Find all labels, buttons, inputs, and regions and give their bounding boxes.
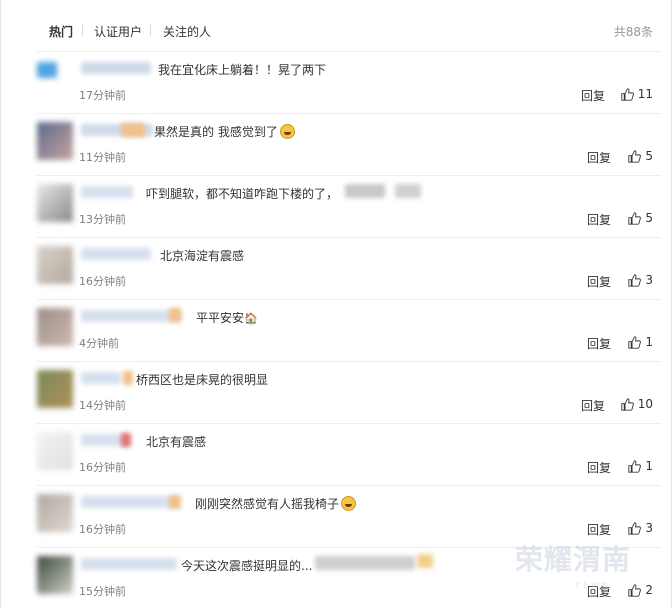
comment-text: 今天这次震感挺明显的... bbox=[181, 559, 313, 573]
blurred-text bbox=[315, 556, 415, 570]
reply-button[interactable]: 回复 bbox=[581, 397, 605, 414]
house-emoji-icon: 🏠 bbox=[244, 312, 258, 325]
username[interactable] bbox=[81, 310, 181, 322]
comment-item: 吓到腿软，都不知道咋跑下楼的了， 13分钟前 回复 5 bbox=[37, 176, 661, 238]
comment-time: 15分钟前 bbox=[79, 585, 126, 598]
thumbs-up-icon bbox=[628, 273, 642, 287]
like-button[interactable]: 3 bbox=[628, 273, 653, 287]
comment-text: 刚刚突然感觉有人摇我椅子 bbox=[195, 495, 357, 512]
reply-button[interactable]: 回复 bbox=[587, 459, 611, 476]
comment-time: 13分钟前 bbox=[79, 213, 126, 226]
comment-text: 果然是真的 我感觉到了 bbox=[154, 123, 295, 140]
comment-item: 北京有震感 16分钟前 回复 1 bbox=[37, 424, 661, 486]
user-badge bbox=[121, 123, 145, 137]
like-button[interactable]: 11 bbox=[621, 87, 653, 101]
laugh-cry-emoji-icon bbox=[341, 496, 357, 511]
user-badge bbox=[121, 433, 131, 447]
like-count: 3 bbox=[645, 521, 653, 535]
thumbs-up-icon bbox=[628, 583, 642, 597]
username[interactable] bbox=[81, 186, 133, 198]
thumbs-up-icon bbox=[621, 397, 634, 411]
comment-text: 我在宜化床上躺着！！晃了两下 bbox=[158, 63, 327, 77]
blurred-text bbox=[395, 184, 421, 198]
watermark-logo: 荣耀渭南 bbox=[514, 543, 631, 576]
blurred-emoji bbox=[417, 554, 433, 568]
user-badge bbox=[169, 495, 181, 509]
reply-button[interactable]: 回复 bbox=[587, 273, 611, 290]
username[interactable] bbox=[81, 62, 151, 74]
watermark-subtext: YEWN bbox=[575, 581, 611, 590]
like-button[interactable]: 1 bbox=[628, 335, 653, 349]
avatar[interactable] bbox=[37, 122, 73, 160]
comment-panel: 热门 认证用户 关注的人 共88条 我在宜化床上躺着！！晃了两下 17分钟前 回… bbox=[0, 0, 672, 608]
comment-item: 桥西区也是床晃的很明显 14分钟前 回复 10 bbox=[37, 362, 661, 424]
thumbs-up-icon bbox=[628, 459, 642, 473]
blurred-text bbox=[345, 184, 385, 198]
avatar[interactable] bbox=[37, 432, 73, 470]
user-badge bbox=[123, 371, 133, 385]
like-button[interactable]: 5 bbox=[628, 149, 653, 163]
comment-time: 16分钟前 bbox=[79, 275, 126, 288]
comment-time: 17分钟前 bbox=[79, 89, 126, 102]
comment-item: 北京海淀有震感 16分钟前 回复 3 bbox=[37, 238, 661, 300]
laugh-cry-emoji-icon bbox=[279, 124, 295, 139]
comment-tabs: 热门 认证用户 关注的人 共88条 bbox=[37, 8, 661, 52]
like-button[interactable]: 2 bbox=[628, 583, 653, 597]
like-button[interactable]: 5 bbox=[628, 211, 653, 225]
avatar[interactable] bbox=[37, 370, 73, 408]
comment-item: 我在宜化床上躺着！！晃了两下 17分钟前 回复 11 bbox=[37, 52, 661, 114]
tab-divider bbox=[150, 24, 151, 36]
thumbs-up-icon bbox=[628, 211, 642, 225]
comment-text: 桥西区也是床晃的很明显 bbox=[136, 373, 269, 387]
avatar[interactable] bbox=[37, 246, 73, 284]
tab-hot[interactable]: 热门 bbox=[49, 23, 73, 40]
like-count: 11 bbox=[637, 87, 653, 101]
username[interactable] bbox=[81, 248, 151, 260]
like-count: 3 bbox=[645, 273, 653, 287]
thumbs-up-icon bbox=[628, 521, 642, 535]
username[interactable] bbox=[81, 372, 121, 384]
like-button[interactable]: 10 bbox=[621, 397, 653, 411]
comment-item: 果然是真的 我感觉到了 11分钟前 回复 5 bbox=[37, 114, 661, 176]
tab-divider bbox=[82, 24, 83, 36]
like-count: 5 bbox=[645, 149, 653, 163]
reply-button[interactable]: 回复 bbox=[587, 211, 611, 228]
comment-time: 11分钟前 bbox=[79, 151, 126, 164]
tab-verified-users[interactable]: 认证用户 bbox=[94, 23, 142, 40]
avatar[interactable] bbox=[37, 62, 57, 78]
like-count: 1 bbox=[645, 459, 653, 473]
reply-button[interactable]: 回复 bbox=[581, 87, 605, 104]
comment-item: 平平安安🏠 4分钟前 回复 1 bbox=[37, 300, 661, 362]
reply-button[interactable]: 回复 bbox=[587, 335, 611, 352]
like-count: 1 bbox=[645, 335, 653, 349]
tab-following[interactable]: 关注的人 bbox=[163, 23, 211, 40]
comment-text: 吓到腿软，都不知道咋跑下楼的了， bbox=[146, 187, 339, 201]
user-badge bbox=[169, 308, 181, 322]
thumbs-up-icon bbox=[628, 335, 642, 349]
like-button[interactable]: 1 bbox=[628, 459, 653, 473]
like-button[interactable]: 3 bbox=[628, 521, 653, 535]
comment-text: 北京海淀有震感 bbox=[160, 249, 245, 263]
comment-text: 北京有震感 bbox=[146, 435, 207, 449]
thumbs-up-icon bbox=[621, 87, 634, 101]
like-count: 10 bbox=[637, 397, 653, 411]
avatar[interactable] bbox=[37, 494, 73, 532]
avatar[interactable] bbox=[37, 184, 73, 222]
comment-time: 14分钟前 bbox=[79, 399, 126, 412]
reply-button[interactable]: 回复 bbox=[587, 149, 611, 166]
comment-count: 共88条 bbox=[613, 25, 653, 39]
like-count: 5 bbox=[645, 211, 653, 225]
comment-time: 4分钟前 bbox=[79, 337, 119, 350]
comment-time: 16分钟前 bbox=[79, 461, 126, 474]
avatar[interactable] bbox=[37, 308, 73, 346]
username[interactable] bbox=[81, 558, 177, 570]
like-count: 2 bbox=[645, 583, 653, 597]
reply-button[interactable]: 回复 bbox=[587, 521, 611, 538]
thumbs-up-icon bbox=[628, 149, 642, 163]
comment-text: 平平安安🏠 bbox=[196, 311, 258, 325]
username[interactable] bbox=[81, 496, 177, 508]
avatar[interactable] bbox=[37, 556, 73, 594]
comment-time: 16分钟前 bbox=[79, 523, 126, 536]
